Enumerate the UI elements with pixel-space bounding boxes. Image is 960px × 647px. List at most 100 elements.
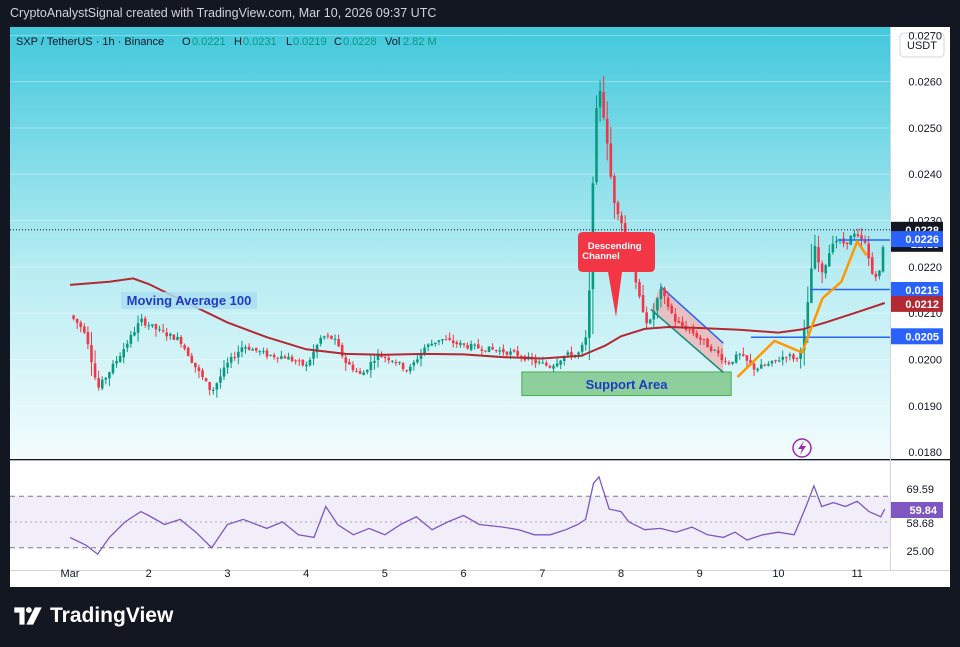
- candle-body: [709, 346, 713, 351]
- candle-body: [75, 318, 79, 323]
- candle-body: [233, 357, 237, 359]
- time-tick-label: 10: [772, 568, 784, 580]
- time-tick-label: 11: [851, 568, 862, 580]
- candle-body: [745, 355, 749, 361]
- candle-body: [494, 350, 498, 352]
- candle-body: [738, 354, 742, 356]
- candle-body: [845, 242, 849, 245]
- candle-body: [580, 344, 584, 352]
- candle-body: [369, 361, 373, 371]
- candle-body: [545, 362, 548, 366]
- rsi-tick-label: 58.68: [906, 518, 934, 530]
- candle-body: [262, 351, 265, 353]
- candle-body: [767, 363, 770, 366]
- candle-body: [208, 382, 211, 390]
- symbol-title[interactable]: SXP / TetherUS · 1h · Binance: [16, 36, 164, 48]
- candle-body: [158, 329, 161, 331]
- candle-body: [827, 253, 831, 267]
- candle-body: [724, 360, 727, 362]
- candle-body: [136, 323, 140, 333]
- chart-panel[interactable]: SXP / TetherUS · 1h · Binance O 0.0221 H…: [10, 27, 950, 587]
- candle-body: [168, 333, 172, 336]
- candle-body: [656, 298, 659, 311]
- tradingview-brand[interactable]: TradingView: [12, 604, 173, 628]
- candle-body: [247, 346, 251, 350]
- candle-body: [498, 350, 502, 352]
- time-axis[interactable]: Mar 2 3 4 5 6 7 8 9 10 11: [61, 568, 863, 580]
- candle-body: [254, 347, 258, 351]
- candle-body: [312, 351, 315, 359]
- candle-body: [104, 377, 108, 380]
- candle-body: [319, 337, 323, 344]
- candle-body: [441, 339, 444, 341]
- time-tick-label: Mar: [61, 568, 80, 580]
- candle-body: [616, 202, 620, 215]
- time-tick-label: 5: [382, 568, 388, 580]
- candle-body: [552, 365, 555, 369]
- candle-body: [161, 330, 165, 332]
- price-tag-value: 0.0215: [905, 285, 939, 297]
- price-pane-background: [10, 27, 890, 459]
- candle-body: [204, 378, 208, 382]
- candle-body: [140, 318, 143, 323]
- candle-body: [129, 334, 133, 344]
- candle-body: [491, 347, 494, 350]
- candle-body: [251, 349, 254, 351]
- volume-value: 2.82 M: [403, 36, 437, 48]
- chart-svg[interactable]: SXP / TetherUS · 1h · Binance O 0.0221 H…: [10, 27, 950, 587]
- candle-body: [645, 312, 648, 324]
- candle-body: [670, 305, 674, 313]
- candle-body: [240, 347, 244, 352]
- candle-body: [602, 92, 605, 118]
- candle-body: [613, 176, 616, 203]
- candle-body: [172, 334, 176, 340]
- candle-body: [584, 337, 588, 345]
- candle-body: [770, 360, 774, 364]
- candle-body: [702, 339, 706, 341]
- candle-body: [623, 223, 627, 233]
- candle-body: [641, 295, 645, 313]
- candle-body: [444, 339, 448, 341]
- candle-body: [505, 351, 509, 355]
- candle-body: [215, 383, 219, 390]
- candle-body: [541, 362, 545, 364]
- candle-body: [408, 366, 412, 372]
- candle-body: [358, 371, 362, 374]
- candle-body: [806, 302, 810, 328]
- candle-body: [595, 108, 598, 182]
- candle-body: [473, 344, 477, 346]
- rsi-axis[interactable]: 69.59 58.68 25.00 59.84: [891, 484, 943, 558]
- candle-body: [555, 363, 559, 367]
- candle-body: [820, 263, 824, 273]
- candle-body: [290, 356, 294, 361]
- time-tick-label: 2: [146, 568, 152, 580]
- candle-body: [878, 270, 881, 276]
- candle-body: [337, 339, 340, 347]
- candle-body: [774, 359, 777, 361]
- candle-body: [179, 337, 183, 344]
- candle-body: [727, 362, 731, 365]
- candle-body: [222, 367, 226, 377]
- moving-average-annotation[interactable]: Moving Average 100: [121, 292, 257, 309]
- candle-body: [383, 356, 387, 358]
- candle-body: [115, 361, 118, 364]
- time-tick-label: 6: [461, 568, 467, 580]
- candle-body: [502, 349, 505, 353]
- candle-body: [759, 364, 763, 369]
- candle-body: [677, 321, 681, 323]
- candle-body: [351, 364, 355, 371]
- candle-body: [108, 372, 111, 379]
- candle-body: [301, 359, 305, 366]
- candle-body: [459, 342, 462, 345]
- price-tick-label: 0.0250: [908, 123, 942, 135]
- candle-body: [190, 355, 194, 363]
- candle-body: [870, 257, 874, 274]
- candle-body: [484, 350, 487, 352]
- candle-body: [813, 245, 817, 269]
- candle-body: [391, 360, 394, 362]
- candle-body: [176, 336, 179, 340]
- candle-body: [487, 346, 491, 353]
- candle-body: [763, 364, 767, 366]
- price-tag-value: 0.0205: [905, 331, 939, 343]
- candle-body: [118, 356, 122, 363]
